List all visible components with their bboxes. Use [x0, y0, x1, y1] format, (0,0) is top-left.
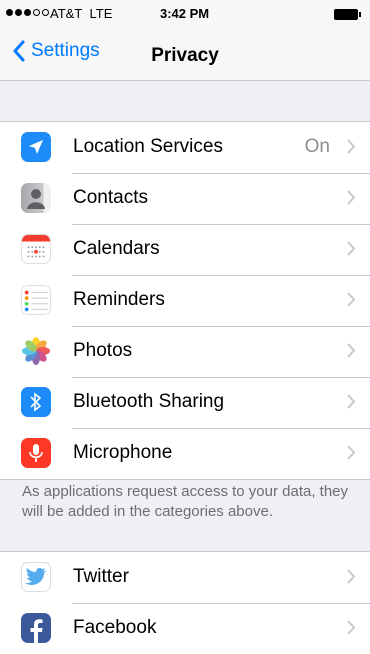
top-bar: AT&T LTE 3:42 PM Settings Privacy: [0, 0, 370, 81]
battery-icon: [334, 9, 361, 20]
row-label: Calendars: [73, 238, 160, 259]
row-value: On: [304, 136, 330, 157]
status-time: 3:42 PM: [160, 6, 210, 21]
chevron-right-icon: [347, 569, 356, 584]
status-bar: AT&T LTE 3:42 PM: [0, 0, 370, 28]
chevron-right-icon: [347, 445, 356, 460]
chevron-right-icon: [347, 190, 356, 205]
chevron-right-icon: [347, 292, 356, 307]
row-contacts[interactable]: Contacts: [0, 173, 370, 224]
row-location-services[interactable]: Location Services On: [0, 122, 370, 173]
chevron-right-icon: [347, 620, 356, 635]
row-label: Location Services: [73, 136, 223, 157]
carrier-label: AT&T LTE: [50, 6, 113, 21]
bluetooth-icon: [21, 387, 51, 417]
row-microphone[interactable]: Microphone: [0, 428, 370, 479]
chevron-right-icon: [347, 241, 356, 256]
reminders-icon: [21, 285, 51, 315]
row-photos[interactable]: Photos: [0, 326, 370, 377]
row-label: Microphone: [73, 442, 173, 463]
row-calendars[interactable]: Calendars: [0, 224, 370, 275]
row-label: Contacts: [73, 187, 148, 208]
twitter-icon: [21, 562, 51, 592]
contacts-icon: [21, 183, 51, 213]
facebook-icon: [21, 613, 51, 643]
privacy-footer-note: As applications request access to your d…: [22, 483, 349, 520]
row-label: Bluetooth Sharing: [73, 391, 225, 412]
location-arrow-icon: [21, 132, 51, 162]
row-label: Photos: [73, 340, 133, 361]
row-reminders[interactable]: Reminders: [0, 275, 370, 326]
chevron-right-icon: [347, 343, 356, 358]
microphone-icon: [21, 438, 51, 468]
row-bluetooth-sharing[interactable]: Bluetooth Sharing: [0, 377, 370, 428]
signal-strength-icon: [6, 9, 49, 16]
chevron-right-icon: [347, 394, 356, 409]
privacy-list: Location Services On Contacts Calendars: [0, 121, 370, 480]
row-label: Reminders: [73, 289, 165, 310]
row-twitter[interactable]: Twitter: [0, 552, 370, 603]
social-accounts-list: Twitter Facebook: [0, 551, 370, 654]
row-label: Twitter: [73, 566, 129, 587]
page-title: Privacy: [151, 45, 219, 66]
row-facebook[interactable]: Facebook: [0, 603, 370, 654]
calendar-icon: [21, 234, 51, 264]
photos-icon: [21, 336, 51, 366]
chevron-right-icon: [347, 139, 356, 154]
row-label: Facebook: [73, 617, 157, 638]
